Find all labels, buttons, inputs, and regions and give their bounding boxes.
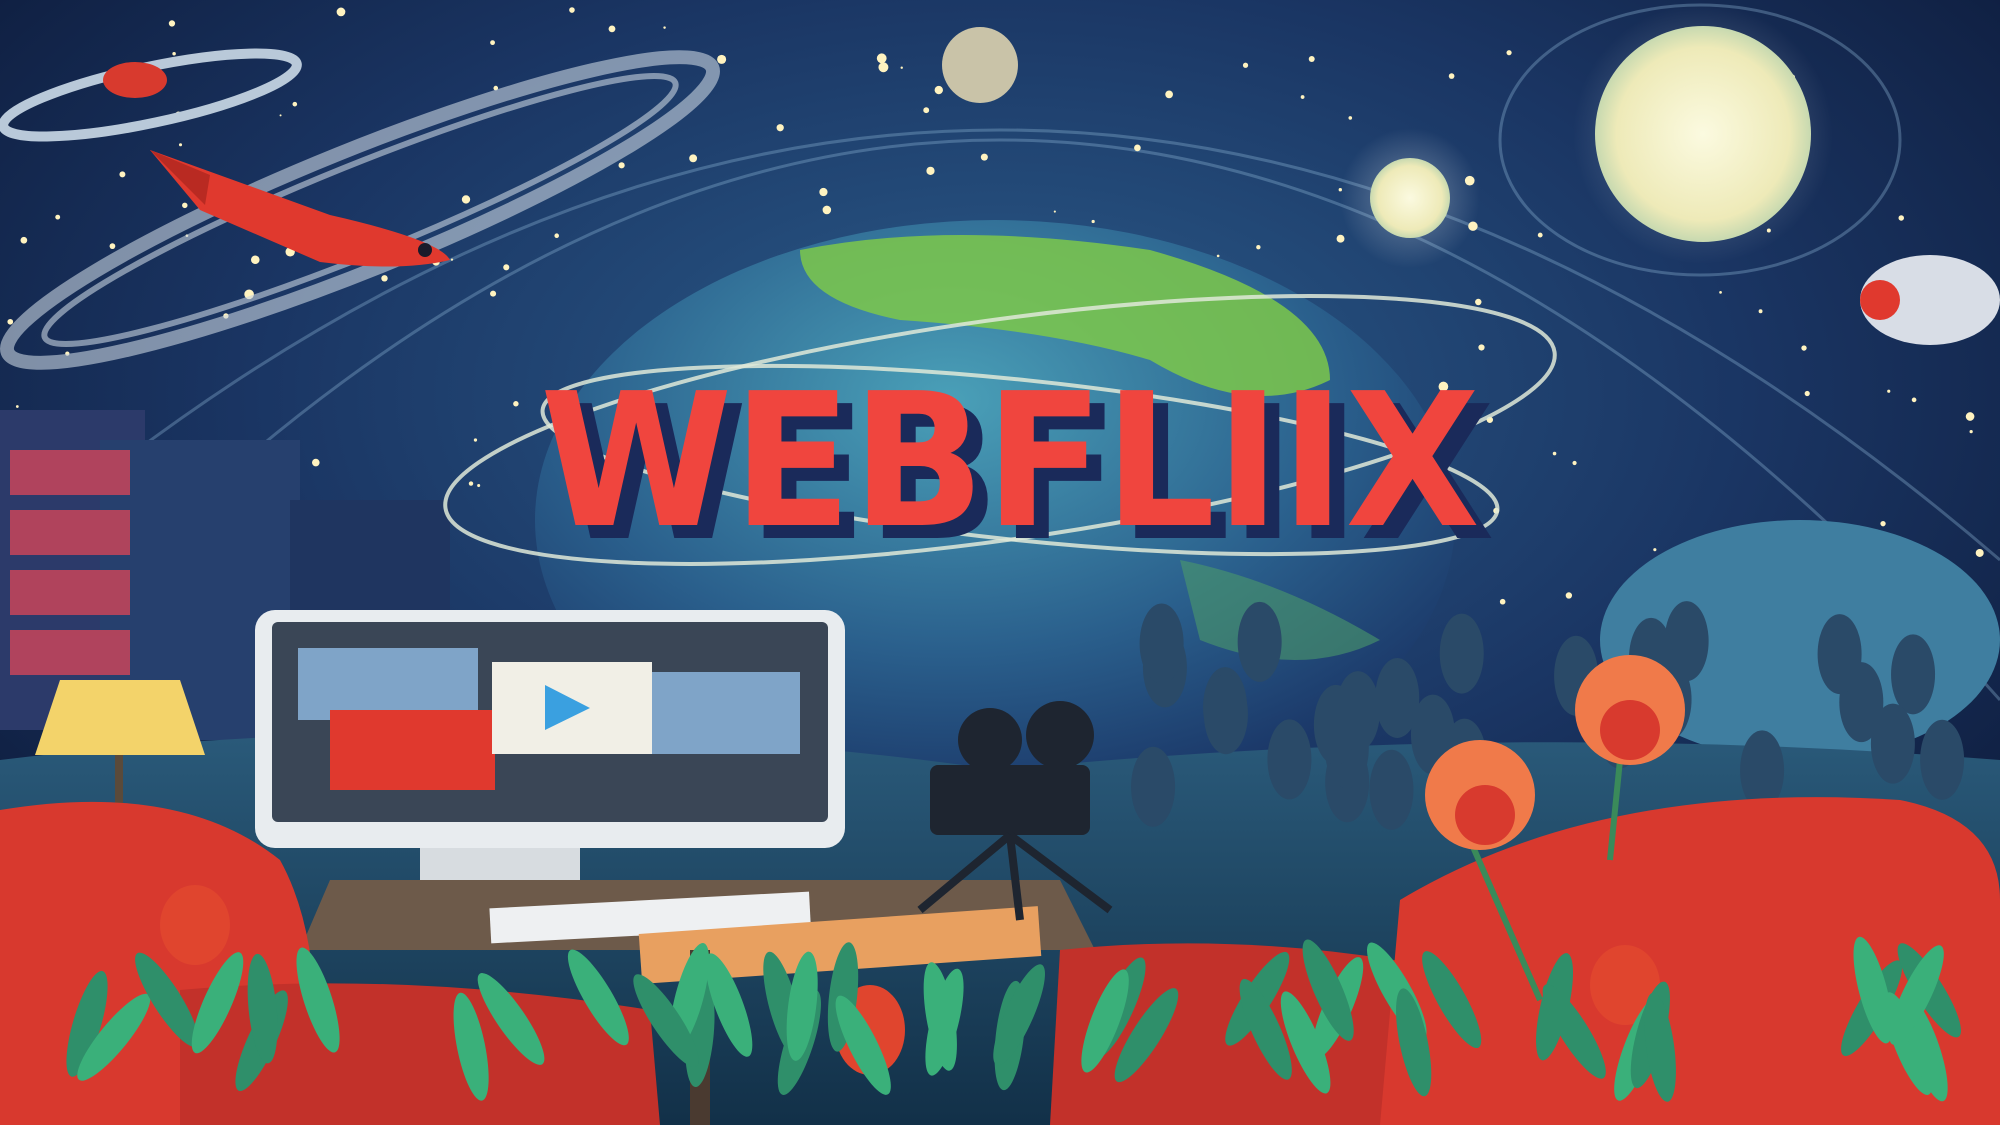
star <box>1804 390 1810 397</box>
person-silhouette <box>1817 614 1862 695</box>
person-silhouette <box>1139 603 1184 684</box>
star <box>878 62 889 73</box>
striped-planet <box>942 27 1018 103</box>
star <box>1801 345 1807 351</box>
star <box>279 114 282 117</box>
star <box>618 162 625 169</box>
star <box>1758 309 1763 314</box>
star <box>1256 244 1261 250</box>
person-silhouette <box>1920 719 1965 800</box>
star <box>292 101 298 107</box>
star <box>490 290 497 297</box>
star <box>923 107 930 114</box>
star <box>1348 116 1353 120</box>
person-silhouette <box>1439 613 1484 694</box>
person-silhouette <box>1335 671 1380 752</box>
star <box>15 405 19 408</box>
star <box>1165 90 1173 99</box>
moon <box>1595 26 1811 242</box>
person-silhouette <box>1203 674 1248 755</box>
star <box>1499 598 1506 605</box>
star <box>1552 451 1557 456</box>
star <box>1091 219 1095 224</box>
star <box>1506 50 1512 56</box>
computer-monitor <box>255 610 845 888</box>
star <box>20 236 28 244</box>
star <box>1308 56 1315 63</box>
star <box>477 484 481 488</box>
person-silhouette <box>1891 634 1936 715</box>
star <box>461 195 471 204</box>
star <box>473 438 478 442</box>
star <box>1448 73 1455 79</box>
star <box>1653 548 1657 552</box>
star <box>55 214 61 220</box>
star <box>776 124 784 132</box>
star <box>109 243 116 250</box>
star <box>119 171 126 178</box>
star <box>1572 460 1577 466</box>
star <box>554 233 559 238</box>
small-moon <box>1370 158 1450 238</box>
star <box>336 7 346 17</box>
star <box>1898 215 1905 221</box>
star <box>182 202 188 209</box>
star <box>1880 521 1886 527</box>
star <box>468 481 474 486</box>
star <box>608 25 616 33</box>
star <box>450 258 454 261</box>
star <box>1565 592 1573 599</box>
star <box>490 40 495 46</box>
person-silhouette <box>1267 719 1312 800</box>
star <box>1887 389 1891 393</box>
star <box>381 275 388 282</box>
star <box>926 166 935 175</box>
star <box>1300 95 1305 99</box>
star <box>1965 412 1975 421</box>
webfliix-logo: WEBFLIIX WEBFLIIX <box>540 353 1495 582</box>
star <box>1216 254 1220 258</box>
star <box>1719 291 1722 294</box>
star <box>876 53 887 64</box>
star <box>7 318 14 325</box>
star <box>1537 232 1543 238</box>
star <box>934 85 943 95</box>
star <box>1053 210 1056 213</box>
star <box>1911 397 1917 403</box>
star <box>168 20 176 27</box>
person-silhouette <box>1369 749 1414 830</box>
star <box>1134 144 1141 152</box>
star <box>900 66 903 69</box>
star <box>1969 430 1973 434</box>
person-silhouette <box>1131 746 1176 827</box>
star <box>822 205 832 215</box>
star <box>819 187 828 197</box>
star <box>513 401 519 407</box>
star <box>1336 234 1345 243</box>
star <box>1478 344 1485 351</box>
star <box>689 154 698 163</box>
scene-svg: WEBFLIIX WEBFLIIX <box>0 0 2000 1125</box>
star <box>1475 298 1482 306</box>
star <box>569 7 575 13</box>
star <box>1975 548 1984 557</box>
star <box>503 264 510 271</box>
logo-text: WEBFLIIX <box>540 353 1480 569</box>
star <box>250 255 260 265</box>
star <box>1242 62 1249 68</box>
star <box>980 153 988 161</box>
person-silhouette <box>1237 601 1282 682</box>
star <box>178 143 183 147</box>
star <box>717 54 727 64</box>
star <box>172 52 176 56</box>
spaceship-right <box>1860 255 2000 345</box>
webfliix-illustration: WEBFLIIX WEBFLIIX <box>0 0 2000 1125</box>
star <box>312 458 320 467</box>
star <box>663 26 666 29</box>
